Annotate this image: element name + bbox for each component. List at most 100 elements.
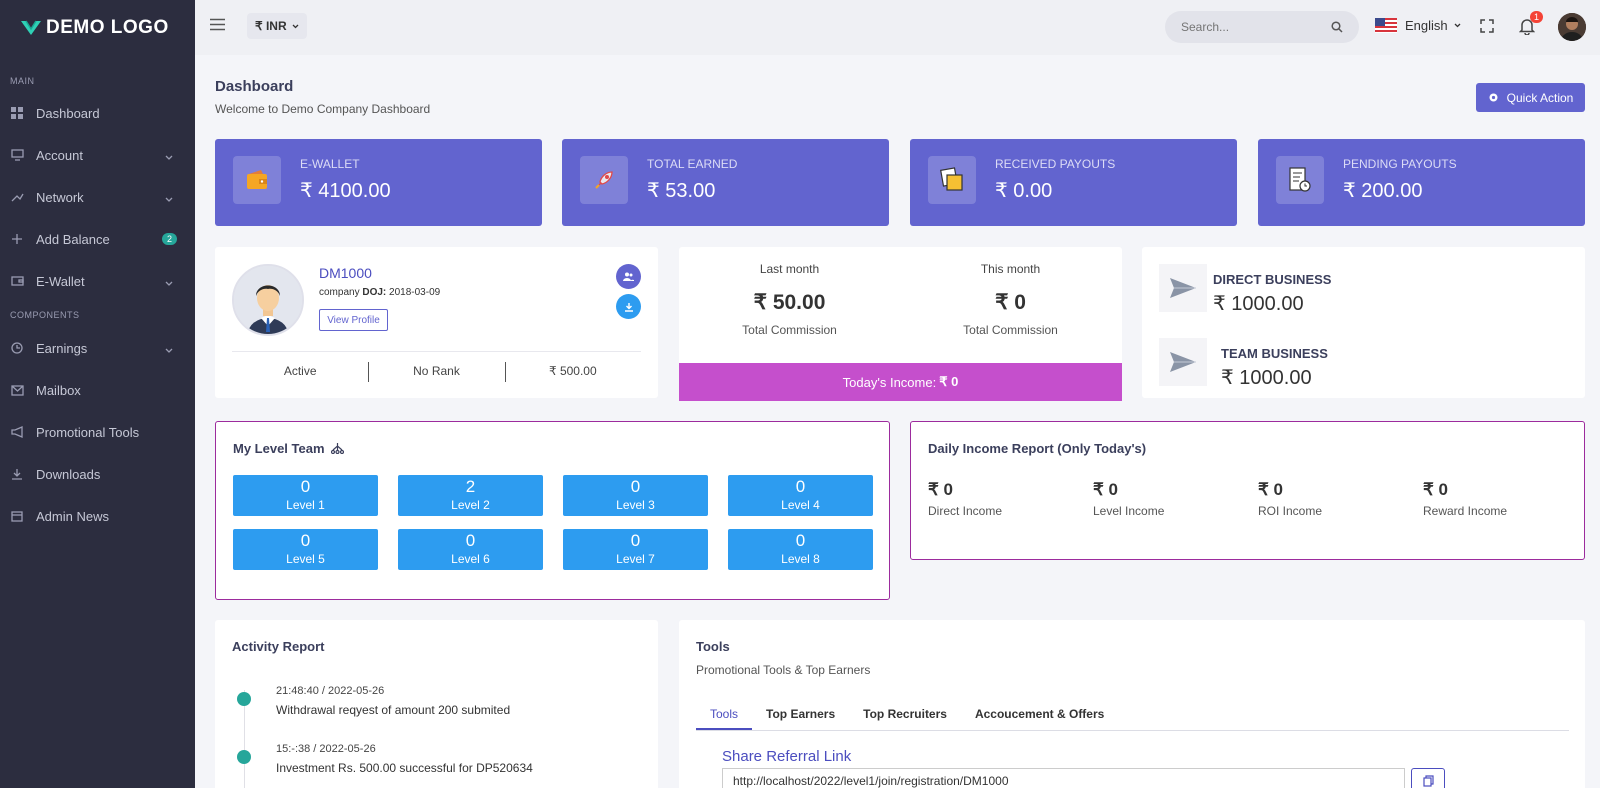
sidebar-item-promotional-tools[interactable]: Promotional Tools — [0, 411, 195, 453]
level-label: Level 1 — [286, 498, 325, 512]
sidebar-item-downloads[interactable]: Downloads — [0, 453, 195, 495]
tab-tools[interactable]: Tools — [696, 697, 753, 730]
sitemap-icon — [331, 443, 345, 455]
language-label: English — [1405, 18, 1448, 33]
reward-income: ₹ 0 Reward Income — [1423, 480, 1507, 518]
level-income: ₹ 0 Level Income — [1093, 480, 1164, 518]
currency-selector[interactable]: ₹ INR — [247, 13, 307, 39]
level-box-7[interactable]: 0 Level 7 — [563, 529, 708, 570]
sidebar-item-label: Promotional Tools — [36, 424, 140, 440]
stat-card-total-earned: TOTAL EARNED ₹ 53.00 — [562, 139, 889, 226]
fullscreen-icon[interactable] — [1480, 19, 1494, 36]
page-subtitle: Welcome to Demo Company Dashboard — [215, 102, 431, 116]
team-button[interactable] — [616, 264, 641, 289]
quick-action-button[interactable]: Quick Action — [1476, 83, 1585, 112]
sidebar-item-account[interactable]: Account — [0, 134, 195, 176]
stat-card-e-wallet: E-WALLET ₹ 4100.00 — [215, 139, 542, 226]
sidebar-item-label: Add Balance — [36, 231, 110, 247]
level-box-5[interactable]: 0 Level 5 — [233, 529, 378, 570]
menu-icon[interactable] — [209, 18, 226, 34]
sidebar-item-dashboard[interactable]: Dashboard — [0, 92, 195, 134]
level-label: Level 7 — [616, 552, 655, 566]
tab-announcement-offers[interactable]: Accoucement & Offers — [961, 697, 1118, 730]
direct-business-label: DIRECT BUSINESS — [1213, 272, 1332, 287]
sidebar-item-earnings[interactable]: Earnings — [0, 327, 195, 369]
sidebar-item-admin-news[interactable]: Admin News — [0, 495, 195, 537]
direct-income: ₹ 0 Direct Income — [928, 480, 1002, 518]
level-label: Level 2 — [451, 498, 490, 512]
network-icon — [10, 190, 24, 204]
search-input[interactable] — [1181, 20, 1331, 34]
income-value: ₹ 0 — [1093, 480, 1118, 499]
topbar: ₹ INR English 1 — [195, 0, 1600, 55]
user-avatar[interactable] — [1558, 13, 1586, 41]
users-icon — [623, 272, 634, 281]
language-selector[interactable]: English — [1375, 18, 1461, 33]
level-box-1[interactable]: 0 Level 1 — [233, 475, 378, 516]
view-profile-button[interactable]: View Profile — [319, 309, 388, 331]
download-icon — [10, 467, 24, 481]
sidebar-section-components: COMPONENTS — [10, 310, 80, 320]
profile-doj: company DOJ: 2018-03-09 — [319, 287, 440, 298]
monitor-icon — [10, 148, 24, 162]
sidebar-item-label: Admin News — [36, 508, 109, 524]
search-box — [1165, 11, 1359, 43]
stat-label: TOTAL EARNED — [647, 157, 738, 171]
stat-label: E-WALLET — [300, 157, 360, 171]
level-box-8[interactable]: 0 Level 8 — [728, 529, 873, 570]
referral-link-field[interactable] — [722, 768, 1405, 788]
document-clock-icon — [1276, 156, 1324, 204]
share-referral-title: Share Referral Link — [722, 748, 852, 765]
level-label: Level 8 — [781, 552, 820, 566]
sidebar-item-e-wallet[interactable]: E-Wallet — [0, 260, 195, 302]
notification-button[interactable]: 1 — [1518, 11, 1543, 38]
tools-title: Tools — [696, 639, 730, 654]
sidebar-item-add-balance[interactable]: Add Balance 2 — [0, 218, 195, 260]
activity-text: Investment Rs. 500.00 successful for DP5… — [276, 761, 533, 775]
daily-income-card: Daily Income Report (Only Today's) ₹ 0 Di… — [910, 421, 1585, 560]
level-box-4[interactable]: 0 Level 4 — [728, 475, 873, 516]
tab-top-earners[interactable]: Top Earners — [752, 697, 849, 730]
count-badge: 2 — [161, 233, 177, 245]
quick-action-label: Quick Action — [1506, 90, 1574, 105]
stat-value: ₹ 200.00 — [1343, 180, 1423, 202]
team-business-label: TEAM BUSINESS — [1221, 346, 1328, 361]
level-count: 0 — [795, 531, 806, 550]
page-title: Dashboard — [215, 78, 294, 95]
copy-link-button[interactable] — [1411, 768, 1445, 788]
doj-prefix: company — [319, 287, 363, 298]
this-month-label: This month — [980, 262, 1041, 276]
gear-icon — [1489, 93, 1498, 102]
activity-title: Activity Report — [232, 639, 325, 654]
level-label: Level 5 — [286, 552, 325, 566]
chevron-down-icon — [1454, 23, 1461, 28]
last-month-sub: Total Commission — [742, 323, 837, 337]
sidebar-item-network[interactable]: Network — [0, 176, 195, 218]
income-value: ₹ 0 — [928, 480, 953, 499]
last-month-label: Last month — [759, 262, 820, 276]
brand-logo[interactable]: DEMO LOGO — [0, 0, 195, 55]
level-box-6[interactable]: 0 Level 6 — [398, 529, 543, 570]
us-flag-icon — [1375, 18, 1397, 33]
level-box-3[interactable]: 0 Level 3 — [563, 475, 708, 516]
last-month-commission: Last month ₹ 50.00 Total Commission — [679, 247, 900, 337]
download-button[interactable] — [616, 294, 641, 319]
roi-income: ₹ 0 ROI Income — [1258, 480, 1322, 518]
activity-text: Withdrawal reqyest of amount 200 submite… — [276, 703, 511, 717]
stat-label: RECEIVED PAYOUTS — [995, 157, 1116, 171]
paper-plane-icon — [1159, 264, 1207, 312]
direct-business-value: ₹ 1000.00 — [1213, 293, 1304, 315]
sidebar-item-mailbox[interactable]: Mailbox — [0, 369, 195, 411]
search-icon[interactable] — [1331, 21, 1343, 33]
stat-label: PENDING PAYOUTS — [1343, 157, 1457, 171]
profile-username[interactable]: DM1000 — [319, 265, 372, 281]
business-card: DIRECT BUSINESS ₹ 1000.00 TEAM BUSINESS … — [1142, 247, 1585, 398]
tab-top-recruiters[interactable]: Top Recruiters — [849, 697, 961, 730]
level-team-title: My Level Team — [233, 441, 345, 456]
team-business: TEAM BUSINESS ₹ 1000.00 — [1159, 338, 1328, 390]
income-value: ₹ 0 — [1258, 480, 1283, 499]
level-count: 0 — [795, 477, 806, 496]
level-box-2[interactable]: 2 Level 2 — [398, 475, 543, 516]
level-label: Level 3 — [616, 498, 655, 512]
profile-avatar — [232, 264, 304, 336]
